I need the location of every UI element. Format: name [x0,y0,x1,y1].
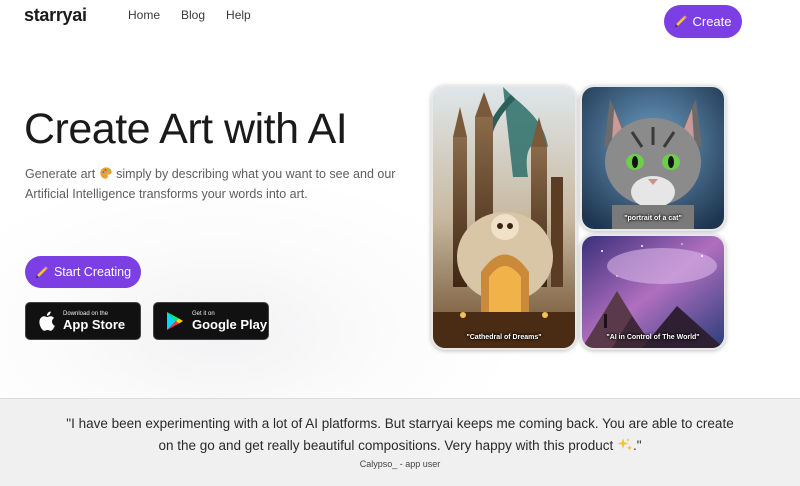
top-nav: starryai Home Blog Help Create [0,0,800,42]
apple-icon [39,311,55,331]
create-button[interactable]: Create [664,5,742,38]
logo[interactable]: starryai [24,5,87,26]
gallery-caption-world: "AI in Control of The World" [606,334,700,341]
gallery-card-cathedral[interactable]: "Cathedral of Dreams" [431,85,577,350]
sparkles-icon [617,438,633,451]
nav-link-help[interactable]: Help [226,8,251,22]
create-button-label: Create [692,14,732,29]
testimonial-quote-end: ." [632,438,642,453]
nav-link-home[interactable]: Home [128,8,160,22]
app-store-button[interactable]: Download on the App Store [25,302,141,340]
gallery-card-cat[interactable]: "portrait of a cat" [580,85,726,231]
art-palette-icon [99,167,112,179]
app-store-big: App Store [63,316,126,332]
google-play-button[interactable]: Get it on Google Play [153,302,269,340]
google-play-big: Google Play [192,316,268,332]
gallery-caption-cathedral: "Cathedral of Dreams" [466,334,542,341]
gallery-caption-cat: "portrait of a cat" [624,215,682,222]
testimonial-quote-line2-wrap: on the go and get really beautiful compo… [0,435,800,457]
cathedral-image [433,87,575,348]
hero-subtitle: Generate art simply by describing what y… [25,164,405,204]
nav-link-blog[interactable]: Blog [181,8,205,22]
world-image [582,236,724,348]
pencil-icon [675,15,688,28]
testimonial-quote: "I have been experimenting with a lot of… [0,413,800,457]
google-play-text: Get it on Google Play [192,311,267,332]
start-creating-button[interactable]: Start Creating [25,256,141,288]
app-store-text: Download on the App Store [63,311,125,332]
testimonial-author: Calypso_ - app user [359,459,441,469]
gallery-card-world[interactable]: "AI in Control of The World" [580,234,726,350]
hero-subtitle-part1: Generate art [25,167,99,181]
cat-image [582,87,724,229]
testimonial-quote-line2: on the go and get really beautiful compo… [158,438,617,453]
testimonial-section: "I have been experimenting with a lot of… [0,398,800,486]
google-play-icon [167,312,183,330]
start-creating-label: Start Creating [53,265,132,279]
testimonial-quote-line1: "I have been experimenting with a lot of… [66,416,734,431]
pencil-icon [35,265,48,278]
hero-title: Create Art with AI [24,105,348,153]
nav-links: Home Blog Help [128,8,251,22]
